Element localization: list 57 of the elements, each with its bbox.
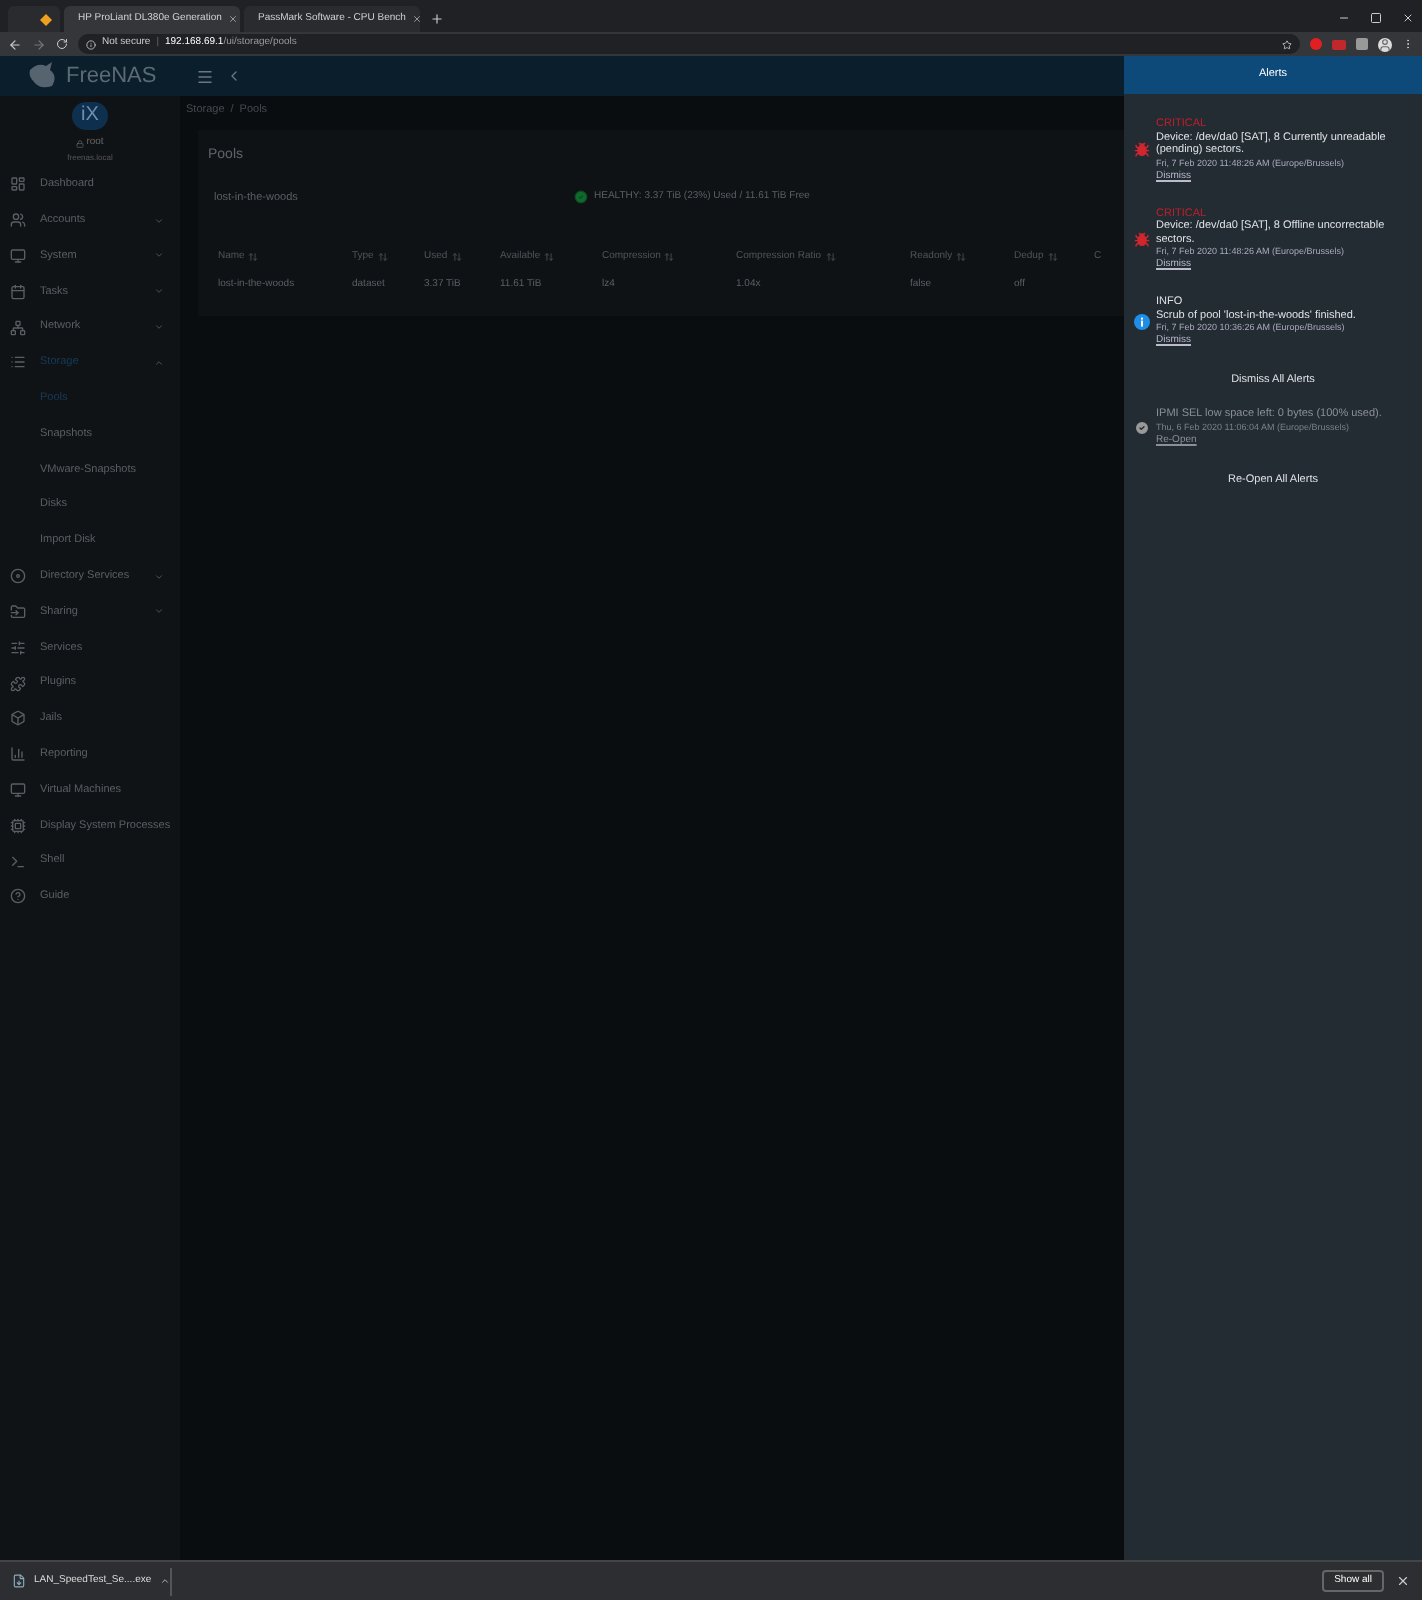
lock-icon bbox=[76, 139, 85, 148]
box-icon bbox=[10, 710, 26, 727]
back-icon[interactable] bbox=[8, 37, 22, 51]
help-icon bbox=[10, 888, 26, 905]
app-logo: FreeNAS bbox=[66, 61, 157, 92]
info-icon bbox=[86, 39, 96, 49]
forward-icon[interactable] bbox=[32, 37, 46, 51]
check-circle-icon bbox=[574, 190, 588, 205]
calendar-icon bbox=[10, 283, 26, 300]
disc-icon bbox=[10, 568, 26, 585]
sort-icon bbox=[544, 252, 555, 262]
caret-icon bbox=[154, 357, 164, 368]
sort-icon bbox=[451, 252, 462, 262]
monitor-icon bbox=[10, 247, 26, 264]
list-icon bbox=[10, 354, 26, 371]
sort-icon bbox=[956, 252, 967, 262]
sort-icon bbox=[1047, 252, 1058, 262]
sort-icon bbox=[377, 252, 388, 262]
bug-icon bbox=[1134, 142, 1150, 159]
bookmark-star-icon[interactable] bbox=[1282, 39, 1292, 49]
info-icon bbox=[1134, 314, 1150, 330]
terminal-icon bbox=[10, 853, 26, 870]
profile-avatar-icon[interactable] bbox=[1378, 37, 1392, 51]
collapse-icon[interactable] bbox=[226, 68, 242, 84]
bar-chart-icon bbox=[10, 746, 26, 763]
ix-logo: iX bbox=[72, 102, 108, 130]
bug-icon bbox=[1134, 231, 1150, 248]
reload-icon[interactable] bbox=[56, 38, 68, 50]
caret-icon bbox=[154, 606, 164, 617]
new-tab-icon[interactable] bbox=[430, 12, 444, 26]
browser-tab[interactable] bbox=[8, 6, 60, 32]
monitor-icon bbox=[10, 781, 26, 798]
caret-icon bbox=[154, 215, 164, 226]
close-icon[interactable] bbox=[1396, 1574, 1410, 1588]
caret-icon bbox=[154, 571, 164, 582]
sort-icon bbox=[664, 252, 675, 262]
sort-icon bbox=[825, 252, 836, 262]
sort-icon bbox=[248, 252, 259, 262]
caret-icon bbox=[159, 1576, 170, 1586]
maximize-icon[interactable] bbox=[1370, 12, 1382, 24]
puzzle-icon bbox=[10, 675, 26, 692]
caret-icon bbox=[154, 250, 164, 261]
shark-logo-icon bbox=[28, 62, 60, 90]
caret-icon bbox=[154, 322, 164, 333]
sliders-icon bbox=[10, 639, 26, 656]
close-icon[interactable] bbox=[1402, 12, 1414, 24]
folder-icon bbox=[10, 603, 26, 620]
users-icon bbox=[10, 212, 26, 229]
network-icon bbox=[10, 319, 26, 336]
file-icon bbox=[12, 1574, 26, 1588]
diamond-icon bbox=[40, 13, 52, 25]
minimize-icon[interactable] bbox=[1338, 12, 1350, 24]
check-circle-icon bbox=[1134, 420, 1150, 436]
dashboard-icon bbox=[10, 176, 26, 193]
menu-icon[interactable] bbox=[196, 67, 214, 85]
caret-icon bbox=[154, 286, 164, 297]
cpu-icon bbox=[10, 817, 26, 834]
